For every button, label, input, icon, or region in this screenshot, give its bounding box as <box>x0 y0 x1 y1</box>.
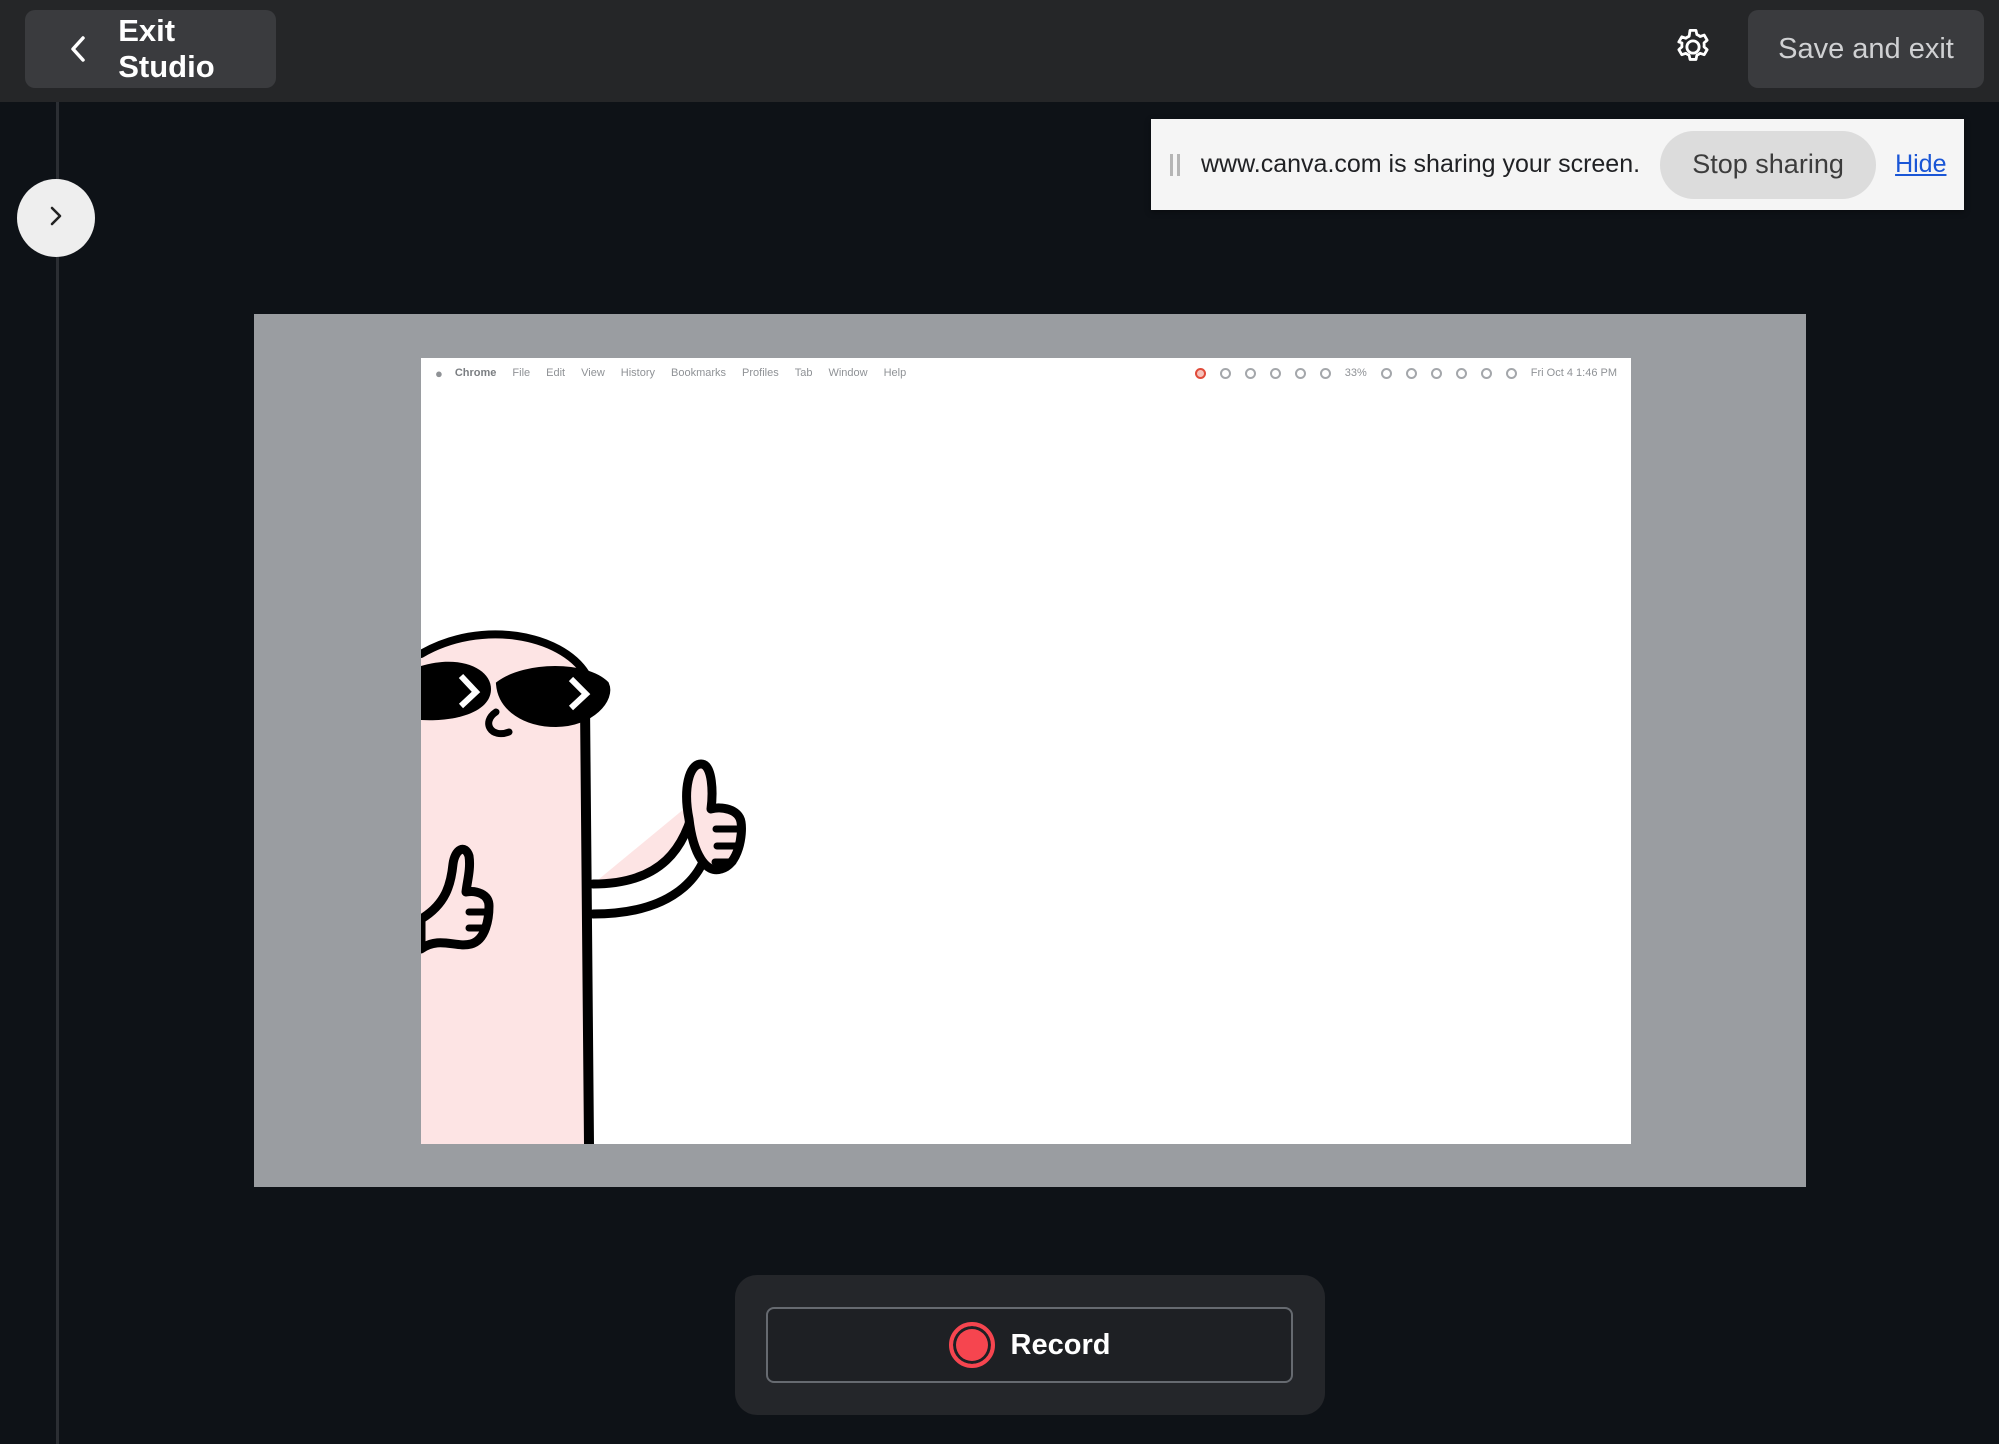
stop-sharing-button[interactable]: Stop sharing <box>1660 130 1877 199</box>
menu-item-view: View <box>581 367 605 379</box>
wifi-icon <box>1405 367 1417 379</box>
moon-icon <box>1319 367 1331 379</box>
record-dot-icon <box>948 1322 995 1368</box>
menu-item-help: Help <box>883 367 907 379</box>
thumbs-up-character-illustration <box>421 630 746 1144</box>
screen-share-indicator-icon <box>1194 367 1206 379</box>
menu-item-history: History <box>620 367 656 379</box>
top-bar: Exit Studio Save and exit <box>0 0 1999 102</box>
menu-item-tab: Tab <box>794 367 813 379</box>
screen-sharing-bar: www.canva.com is sharing your screen. St… <box>1151 119 1964 210</box>
menu-bar-clock: Fri Oct 4 1:46 PM <box>1530 367 1617 379</box>
bluetooth-icon <box>1380 367 1392 379</box>
control-center-icon <box>1455 367 1467 379</box>
shared-screen-preview: ● Chrome File Edit View History Bookmark… <box>421 358 1631 1144</box>
user-icon <box>1430 367 1442 379</box>
menu-item-profiles: Profiles <box>742 367 779 379</box>
chevron-right-icon <box>49 205 63 232</box>
cloud-icon <box>1269 367 1281 379</box>
menu-app-name: Chrome <box>454 367 497 379</box>
menu-bar-status-area: 33% Fri Oct 4 1:46 PM <box>1194 358 1617 388</box>
chevron-left-icon <box>63 34 92 64</box>
menu-item-file: File <box>512 367 531 379</box>
gear-icon[interactable] <box>1670 24 1716 70</box>
record-status-icon <box>1294 367 1306 379</box>
save-and-exit-button[interactable]: Save and exit <box>1748 10 1984 88</box>
expand-panel-button[interactable] <box>17 179 95 257</box>
hide-link[interactable]: Hide <box>1895 150 1946 179</box>
exit-studio-button[interactable]: Exit Studio <box>25 10 276 88</box>
status-icon <box>1219 367 1231 379</box>
menu-item-window: Window <box>828 367 868 379</box>
display-icon <box>1505 367 1517 379</box>
camera-icon <box>1244 367 1256 379</box>
menu-item-edit: Edit <box>546 367 566 379</box>
mac-menu-bar: ● Chrome File Edit View History Bookmark… <box>421 358 1631 388</box>
drag-handle-icon[interactable] <box>1170 153 1180 176</box>
record-panel: Record <box>735 1275 1325 1415</box>
search-icon <box>1480 367 1492 379</box>
apple-icon: ● <box>435 365 443 381</box>
menu-item-bookmarks: Bookmarks <box>671 367 727 379</box>
record-button[interactable]: Record <box>766 1307 1293 1383</box>
exit-studio-label: Exit Studio <box>118 13 215 84</box>
battery-percent: 33% <box>1344 367 1367 379</box>
record-label: Record <box>1010 1328 1111 1361</box>
sharing-message: www.canva.com is sharing your screen. <box>1201 150 1641 178</box>
left-rail-divider <box>56 102 59 1444</box>
